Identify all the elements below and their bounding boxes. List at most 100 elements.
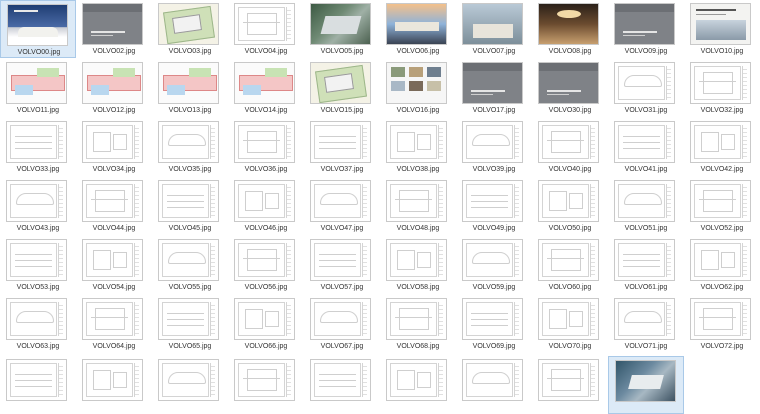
file-item[interactable] — [532, 356, 608, 414]
file-item[interactable]: VOLVO61.jpg — [608, 236, 684, 294]
file-item[interactable]: VOLVO66.jpg — [228, 295, 304, 353]
file-item[interactable] — [304, 356, 380, 414]
file-name[interactable]: VOLVO36.jpg — [228, 165, 304, 174]
file-name[interactable]: VOLVO65.jpg — [152, 342, 228, 351]
file-item[interactable]: VOLVO50.jpg — [532, 177, 608, 235]
file-thumbnail[interactable] — [538, 359, 599, 401]
file-name[interactable]: VOLVO15.jpg — [304, 106, 380, 115]
file-thumbnail[interactable] — [82, 62, 143, 104]
file-item[interactable]: VOLVO52.jpg — [684, 177, 760, 235]
file-name[interactable]: VOLVO66.jpg — [228, 342, 304, 351]
file-item[interactable]: VOLVO17.jpg — [456, 59, 532, 117]
file-name[interactable]: VOLVO07.jpg — [456, 47, 532, 56]
file-thumbnail[interactable] — [310, 359, 371, 401]
file-thumbnail[interactable] — [6, 239, 67, 281]
file-item[interactable]: VOLVO44.jpg — [76, 177, 152, 235]
file-thumbnail[interactable] — [158, 121, 219, 163]
file-thumbnail[interactable] — [614, 239, 675, 281]
file-thumbnail[interactable] — [538, 3, 599, 45]
file-thumbnail[interactable] — [310, 121, 371, 163]
file-item[interactable]: VOLVO56.jpg — [228, 236, 304, 294]
file-thumbnail[interactable] — [538, 62, 599, 104]
file-item[interactable]: VOLVO08.jpg — [532, 0, 608, 58]
file-item[interactable]: VOLVO69.jpg — [456, 295, 532, 353]
file-name[interactable]: VOLVO64.jpg — [76, 342, 152, 351]
file-item[interactable]: VOLVO02.jpg — [76, 0, 152, 58]
file-item[interactable]: VOLVO15.jpg — [304, 59, 380, 117]
file-name[interactable]: VOLVO09.jpg — [608, 47, 684, 56]
file-thumbnail[interactable] — [234, 298, 295, 340]
file-item[interactable]: VOLVO11.jpg — [0, 59, 76, 117]
file-item[interactable]: VOLVO64.jpg — [76, 295, 152, 353]
file-item[interactable] — [608, 356, 684, 414]
file-thumbnail[interactable] — [614, 121, 675, 163]
file-item[interactable]: VOLVO34.jpg — [76, 118, 152, 176]
file-name[interactable]: VOLVO30.jpg — [532, 106, 608, 115]
file-thumbnail[interactable] — [6, 180, 67, 222]
file-item[interactable] — [380, 356, 456, 414]
file-thumbnail[interactable] — [234, 121, 295, 163]
file-thumbnail[interactable] — [6, 359, 67, 401]
file-item[interactable]: VOLVO00.jpg — [0, 0, 76, 58]
file-name[interactable]: VOLVO12.jpg — [76, 106, 152, 115]
file-item[interactable]: VOLVO72.jpg — [684, 295, 760, 353]
file-thumbnail[interactable] — [386, 239, 447, 281]
file-item[interactable]: VOLVO39.jpg — [456, 118, 532, 176]
file-thumbnail[interactable] — [82, 298, 143, 340]
file-thumbnail[interactable] — [82, 359, 143, 401]
file-name[interactable]: VOLVO70.jpg — [532, 342, 608, 351]
file-thumbnail[interactable] — [614, 298, 675, 340]
file-thumbnail[interactable] — [614, 180, 675, 222]
file-item[interactable]: VOLVO40.jpg — [532, 118, 608, 176]
file-item[interactable]: VOLVO47.jpg — [304, 177, 380, 235]
file-name[interactable]: VOLVO50.jpg — [532, 224, 608, 233]
file-name[interactable]: VOLVO47.jpg — [304, 224, 380, 233]
file-name[interactable]: VOLVO16.jpg — [380, 106, 456, 115]
file-item[interactable]: VOLVO67.jpg — [304, 295, 380, 353]
file-item[interactable] — [76, 356, 152, 414]
file-item[interactable]: VOLVO43.jpg — [0, 177, 76, 235]
file-item[interactable]: VOLVO60.jpg — [532, 236, 608, 294]
file-item[interactable]: VOLVO30.jpg — [532, 59, 608, 117]
file-item[interactable]: VOLVO55.jpg — [152, 236, 228, 294]
file-name[interactable]: VOLVO17.jpg — [456, 106, 532, 115]
file-thumbnail[interactable] — [234, 180, 295, 222]
file-name[interactable]: VOLVO62.jpg — [684, 283, 760, 292]
file-thumbnail[interactable] — [310, 180, 371, 222]
file-item[interactable]: VOLVO38.jpg — [380, 118, 456, 176]
file-item[interactable]: VOLVO58.jpg — [380, 236, 456, 294]
file-thumbnail[interactable] — [462, 62, 523, 104]
file-thumbnail[interactable] — [310, 239, 371, 281]
file-name[interactable]: VOLVO04.jpg — [228, 47, 304, 56]
file-thumbnail[interactable] — [690, 298, 751, 340]
file-thumbnail[interactable] — [614, 62, 675, 104]
file-name[interactable]: VOLVO56.jpg — [228, 283, 304, 292]
file-thumbnail[interactable] — [386, 180, 447, 222]
file-name[interactable]: VOLVO67.jpg — [304, 342, 380, 351]
file-name[interactable]: VOLVO54.jpg — [76, 283, 152, 292]
file-thumbnail[interactable] — [690, 3, 751, 45]
file-thumbnail[interactable] — [82, 3, 143, 45]
file-thumbnail[interactable] — [234, 62, 295, 104]
file-thumbnail[interactable] — [82, 180, 143, 222]
file-name[interactable]: VOLVO51.jpg — [608, 224, 684, 233]
file-item[interactable]: VOLVO31.jpg — [608, 59, 684, 117]
file-name[interactable]: VOLVO69.jpg — [456, 342, 532, 351]
file-item[interactable] — [0, 356, 76, 414]
file-name[interactable]: VOLVO08.jpg — [532, 47, 608, 56]
file-thumbnail[interactable] — [615, 360, 676, 402]
file-thumbnail[interactable] — [310, 3, 371, 45]
file-name[interactable]: VOLVO48.jpg — [380, 224, 456, 233]
file-name[interactable]: VOLVO57.jpg — [304, 283, 380, 292]
file-item[interactable]: VOLVO45.jpg — [152, 177, 228, 235]
file-name[interactable]: VOLVO60.jpg — [532, 283, 608, 292]
file-item[interactable]: VOLVO06.jpg — [380, 0, 456, 58]
file-name[interactable]: VOLVO45.jpg — [152, 224, 228, 233]
file-name[interactable]: VOLVO33.jpg — [0, 165, 76, 174]
file-item[interactable]: VOLVO68.jpg — [380, 295, 456, 353]
file-thumbnail[interactable] — [386, 3, 447, 45]
file-thumbnail[interactable] — [690, 180, 751, 222]
file-item[interactable]: VOLVO49.jpg — [456, 177, 532, 235]
file-name[interactable]: VOLVO68.jpg — [380, 342, 456, 351]
file-thumbnail[interactable] — [690, 62, 751, 104]
